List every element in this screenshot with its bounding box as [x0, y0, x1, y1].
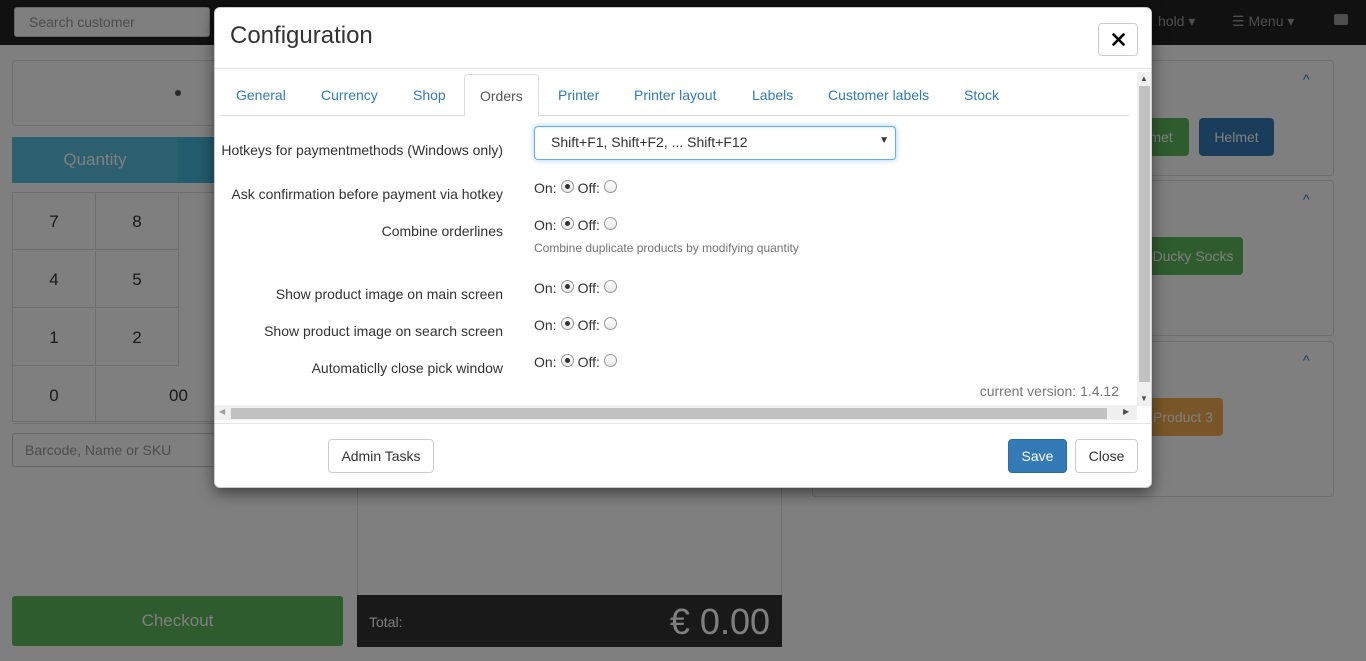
on-label: On: — [534, 217, 557, 233]
auto-close-pick-radios: On: Off: — [534, 354, 621, 370]
on-label: On: — [534, 317, 557, 333]
show-image-search-on-radio[interactable] — [560, 317, 574, 330]
tab-printer[interactable]: Printer — [543, 74, 614, 116]
vertical-scroll-thumb[interactable] — [1139, 86, 1150, 382]
show-image-search-off-radio[interactable] — [603, 317, 617, 330]
tab-stock[interactable]: Stock — [949, 74, 1014, 116]
modal-footer: Admin Tasks Save Close — [215, 423, 1151, 487]
close-x-icon — [1111, 33, 1125, 46]
tab-labels[interactable]: Labels — [737, 74, 808, 116]
tab-customer-labels[interactable]: Customer labels — [813, 74, 944, 116]
show-image-main-label: Show product image on main screen — [275, 286, 503, 302]
show-image-search-label: Show product image on search screen — [264, 323, 503, 339]
ask-confirmation-on-radio[interactable] — [560, 180, 574, 193]
scroll-left-icon[interactable]: ◀ — [219, 407, 225, 416]
scroll-down-icon[interactable]: ▼ — [1140, 394, 1148, 403]
show-image-search-radios: On: Off: — [534, 317, 621, 333]
tab-printer-layout[interactable]: Printer layout — [619, 74, 731, 116]
combine-orderlines-off-radio[interactable] — [603, 217, 617, 230]
on-label: On: — [534, 280, 557, 296]
tab-currency[interactable]: Currency — [306, 74, 393, 116]
combine-orderlines-on-radio[interactable] — [560, 217, 574, 230]
off-label: Off: — [577, 317, 600, 333]
modal-header: Configuration — [215, 8, 1151, 69]
config-tabs: General Currency Shop Orders Printer Pri… — [220, 74, 1129, 117]
auto-close-pick-label: Automaticlly close pick window — [311, 360, 503, 376]
ask-confirmation-label: Ask confirmation before payment via hotk… — [231, 186, 503, 202]
close-x-button[interactable] — [1098, 23, 1138, 56]
horizontal-scrollbar[interactable]: ◀ ▶ — [215, 405, 1137, 420]
show-image-main-radios: On: Off: — [534, 280, 621, 296]
dropdown-arrow-icon: ▼ — [879, 135, 889, 146]
configuration-modal: Configuration General Currency Shop Orde… — [214, 7, 1152, 488]
ask-confirmation-off-radio[interactable] — [603, 180, 617, 193]
off-label: Off: — [577, 280, 600, 296]
ask-confirmation-radios: On: Off: — [534, 180, 621, 196]
tab-general[interactable]: General — [221, 74, 301, 116]
tab-shop[interactable]: Shop — [398, 74, 461, 116]
auto-close-pick-off-radio[interactable] — [603, 354, 617, 367]
on-label: On: — [534, 180, 557, 196]
hotkeys-select[interactable]: Shift+F1, Shift+F2, ... Shift+F12 ▼ — [534, 126, 896, 160]
hotkeys-label: Hotkeys for paymentmethods (Windows only… — [221, 142, 503, 158]
off-label: Off: — [577, 354, 600, 370]
off-label: Off: — [577, 217, 600, 233]
combine-orderlines-radios: On: Off: — [534, 217, 621, 233]
show-image-main-off-radio[interactable] — [603, 280, 617, 293]
show-image-main-on-radio[interactable] — [560, 280, 574, 293]
admin-tasks-button[interactable]: Admin Tasks — [328, 439, 434, 473]
combine-orderlines-label: Combine orderlines — [381, 223, 503, 239]
modal-title: Configuration — [230, 22, 373, 49]
close-button[interactable]: Close — [1075, 439, 1138, 473]
off-label: Off: — [577, 180, 600, 196]
hotkeys-select-value: Shift+F1, Shift+F2, ... Shift+F12 — [551, 134, 748, 150]
version-text: current version: 1.4.12 — [979, 383, 1119, 399]
modal-body: General Currency Shop Orders Printer Pri… — [215, 70, 1151, 423]
on-label: On: — [534, 354, 557, 370]
vertical-scrollbar[interactable]: ▲ ▼ — [1137, 72, 1151, 406]
save-button[interactable]: Save — [1008, 439, 1067, 473]
scroll-up-icon[interactable]: ▲ — [1140, 74, 1148, 83]
auto-close-pick-on-radio[interactable] — [560, 354, 574, 367]
combine-orderlines-help: Combine duplicate products by modifying … — [534, 241, 799, 255]
horizontal-scroll-thumb[interactable] — [231, 408, 1107, 419]
scroll-right-icon[interactable]: ▶ — [1123, 407, 1129, 416]
tab-orders[interactable]: Orders — [464, 74, 539, 117]
